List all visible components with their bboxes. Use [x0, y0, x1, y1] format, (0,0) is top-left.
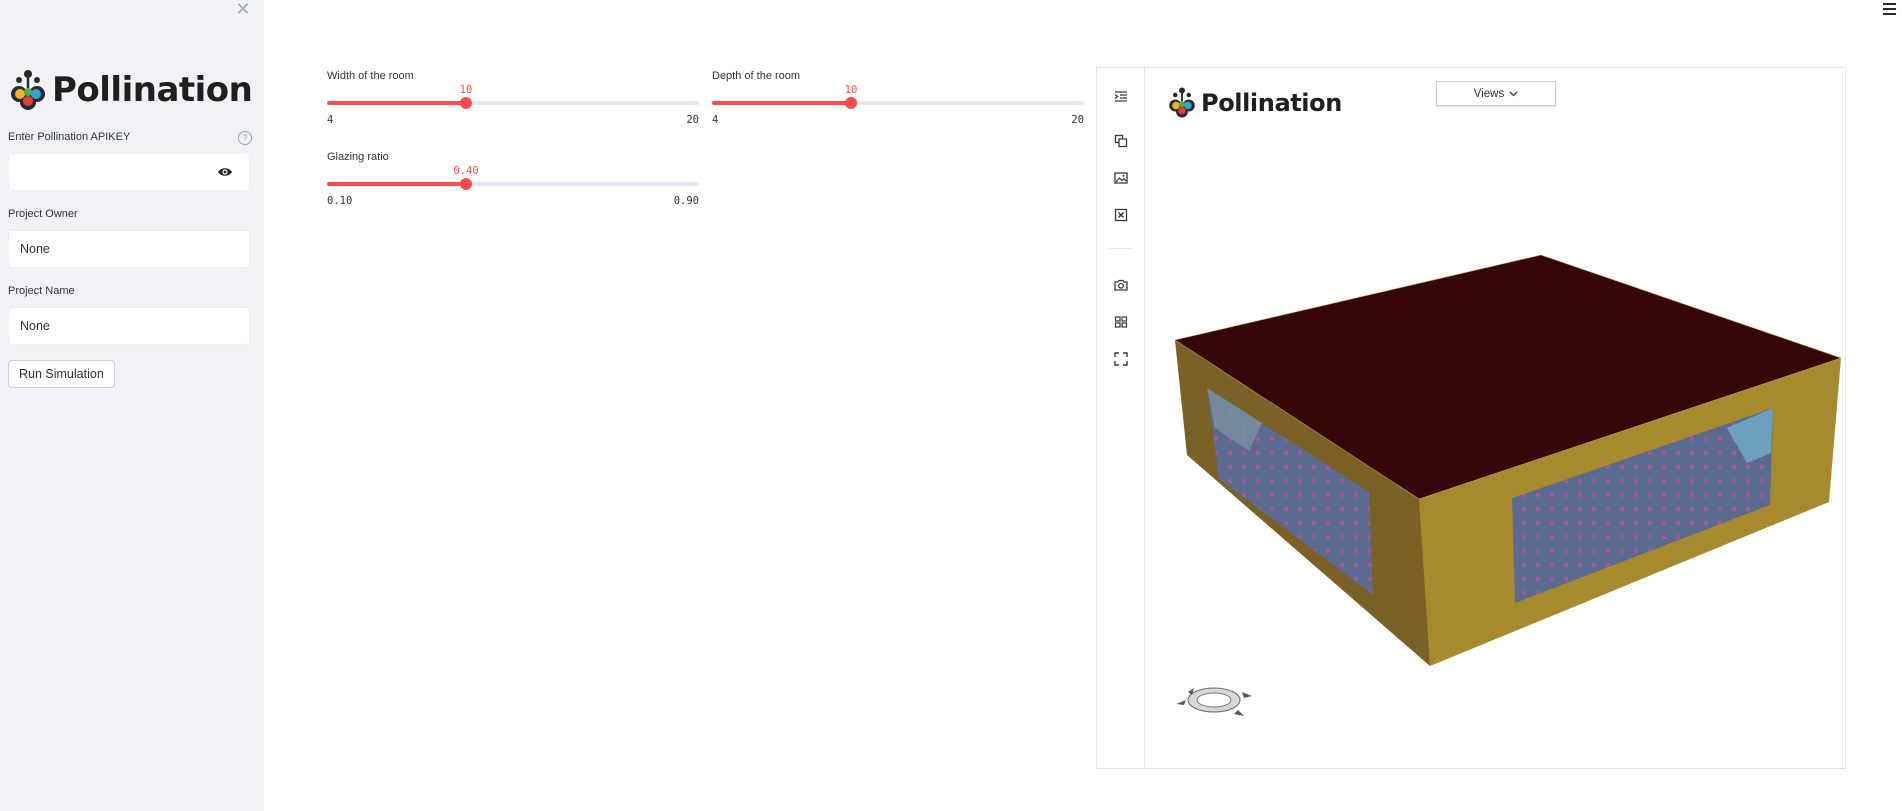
depth-slider-thumb[interactable] [845, 97, 857, 109]
width-slider-thumb[interactable] [460, 97, 472, 109]
pollination-logo: Pollination [8, 68, 253, 112]
width-slider-label: Width of the room [327, 70, 414, 82]
apikey-label: Enter Pollination APIKEY [8, 131, 131, 143]
sidebar: ✕ Pollination Enter Pollination APIKEY ?… [0, 0, 264, 811]
glazing-slider-value: 0.40 [453, 165, 479, 177]
depth-slider-min: 4 [712, 114, 719, 126]
project-owner-label: Project Owner [8, 208, 78, 220]
run-simulation-button[interactable]: Run Simulation [8, 360, 115, 388]
hamburger-icon[interactable] [1883, 3, 1896, 15]
apikey-field[interactable] [8, 153, 250, 191]
room-model-canvas[interactable] [1097, 68, 1845, 768]
room-model [1174, 254, 1842, 666]
depth-slider-track[interactable] [712, 97, 1084, 109]
depth-slider-fill [712, 101, 851, 105]
width-slider-fill [327, 101, 466, 105]
width-slider-max: 20 [686, 114, 699, 126]
close-sidebar-button[interactable]: ✕ [234, 0, 252, 18]
glazing-slider-track[interactable] [327, 178, 699, 190]
depth-slider: Depth of the room 10 4 20 [712, 70, 1084, 140]
project-name-select[interactable]: None [8, 307, 250, 345]
orbit-gizmo-icon[interactable] [1176, 687, 1252, 716]
width-slider-value: 10 [459, 84, 473, 96]
glazing-slider-thumb[interactable] [460, 178, 472, 190]
project-owner-select[interactable]: None [8, 230, 250, 268]
width-slider-track[interactable] [327, 97, 699, 109]
glazing-slider: Glazing ratio 0.40 0.10 0.90 [327, 151, 699, 221]
width-slider-min: 4 [327, 114, 334, 126]
project-name-label: Project Name [8, 285, 75, 297]
glazing-slider-max: 0.90 [673, 195, 699, 207]
glazing-slider-fill [327, 182, 466, 186]
project-name-value: None [20, 319, 50, 333]
model-viewer[interactable]: Pollination Views [1096, 67, 1846, 769]
depth-slider-value: 10 [844, 84, 858, 96]
width-slider: Width of the room 10 4 20 [327, 70, 699, 140]
eye-icon[interactable] [217, 166, 233, 178]
close-icon: ✕ [235, 0, 251, 19]
glazing-slider-label: Glazing ratio [327, 151, 389, 163]
logo-text: Pollination [52, 70, 253, 110]
pollination-logo-icon [11, 70, 45, 110]
question-icon[interactable]: ? [238, 131, 252, 145]
project-owner-value: None [20, 242, 50, 256]
depth-slider-label: Depth of the room [712, 70, 801, 82]
glazing-slider-min: 0.10 [327, 195, 353, 207]
depth-slider-max: 20 [1071, 114, 1084, 126]
